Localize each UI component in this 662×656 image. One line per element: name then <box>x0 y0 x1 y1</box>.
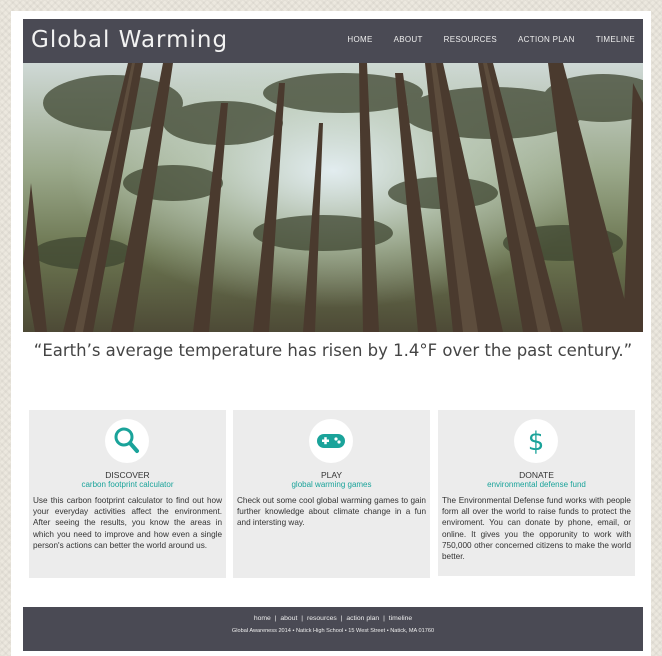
card-link-edf[interactable]: environmental defense fund <box>438 480 635 489</box>
footer-links: home | about | resources | action plan |… <box>23 615 643 622</box>
icon-circle[interactable]: $ <box>514 419 558 463</box>
footer-separator: | <box>340 615 343 622</box>
card-play: PLAY global warming games Check out some… <box>233 410 430 578</box>
footer-link-resources[interactable]: resources <box>307 615 337 622</box>
nav-action-plan[interactable]: ACTION PLAN <box>518 35 575 44</box>
hero-quote: “Earth’s average temperature has risen b… <box>33 341 633 360</box>
footer-link-home[interactable]: home <box>254 615 271 622</box>
footer-link-about[interactable]: about <box>280 615 297 622</box>
card-title: DISCOVER <box>105 470 150 480</box>
gamepad-icon <box>317 434 345 448</box>
svg-text:$: $ <box>528 427 545 457</box>
magnifier-icon <box>114 427 139 453</box>
site-logo[interactable]: Global Warming <box>31 27 228 53</box>
nav-resources[interactable]: RESOURCES <box>444 35 497 44</box>
footer-info: Global Awareness 2014 • Natick High Scho… <box>231 628 435 634</box>
card-description: The Environmental Defense fund works wit… <box>442 496 631 562</box>
footer-separator: | <box>383 615 385 622</box>
site-footer: home | about | resources | action plan |… <box>23 607 643 651</box>
card-title: DONATE <box>519 470 554 480</box>
forest-trees-illustration <box>23 63 643 332</box>
card-description: Check out some cool global warming games… <box>237 496 426 528</box>
card-title: PLAY <box>320 470 343 480</box>
card-discover: DISCOVER carbon footprint calculator Use… <box>29 410 226 578</box>
card-description: Use this carbon footprint calculator to … <box>33 496 222 550</box>
nav-home[interactable]: HOME <box>347 35 372 44</box>
hero-image-forest <box>23 63 643 332</box>
icon-circle[interactable] <box>309 419 353 463</box>
icon-circle[interactable] <box>105 419 149 463</box>
footer-link-timeline[interactable]: timeline <box>389 615 412 622</box>
card-link-carbon-calculator[interactable]: carbon footprint calculator <box>29 480 226 489</box>
nav-about[interactable]: ABOUT <box>394 35 423 44</box>
main-nav: HOME ABOUT RESOURCES ACTION PLAN TIMELIN… <box>326 35 635 44</box>
card-donate: $ DONATE environmental defense fund The … <box>438 410 635 576</box>
nav-timeline[interactable]: TIMELINE <box>596 35 635 44</box>
card-link-games[interactable]: global warming games <box>233 480 430 489</box>
site-header: Global Warming HOME ABOUT RESOURCES ACTI… <box>23 19 643 63</box>
page-container: Global Warming HOME ABOUT RESOURCES ACTI… <box>11 11 651 656</box>
footer-link-action-plan[interactable]: action plan <box>346 615 379 622</box>
dollar-icon: $ <box>528 427 545 457</box>
footer-separator: | <box>274 615 277 622</box>
footer-separator: | <box>301 615 304 622</box>
